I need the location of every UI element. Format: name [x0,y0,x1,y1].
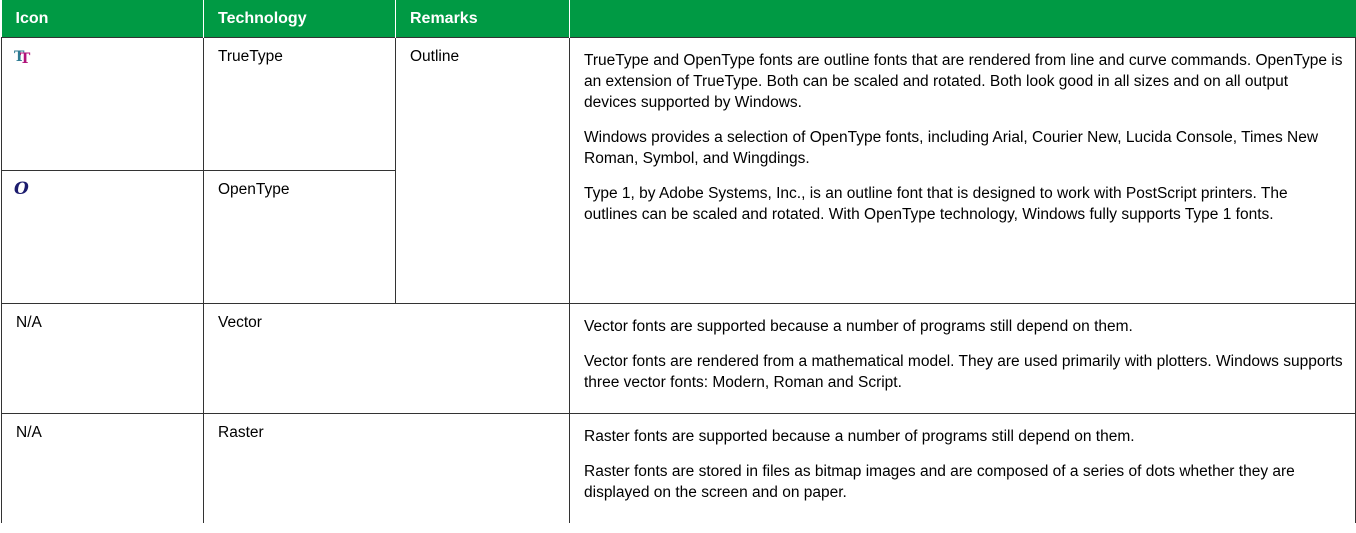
vector-tech: Vector [218,314,262,331]
table-row-raster: N/A Raster Raster fonts are supported be… [1,413,1356,523]
truetype-icon: TT [14,49,31,67]
vector-tech-cell: Vector [203,303,570,414]
vector-icon-na: N/A [16,314,42,331]
outline-description-p3: Type 1, by Adobe Systems, Inc., is an ou… [584,185,1288,223]
header-remarks: Remarks [395,0,570,38]
opentype-icon: O [14,179,29,199]
raster-description-p1: Raster fonts are supported because a num… [584,428,1135,445]
outline-remarks-cell: Outline [395,37,570,304]
raster-tech-cell: Raster [203,413,570,523]
truetype-tech-cell: TrueType [203,37,396,171]
outline-description-p1: TrueType and OpenType fonts are outline … [584,52,1343,111]
raster-icon-na: N/A [16,424,42,441]
header-description [569,0,1356,38]
opentype-tech-cell: OpenType [203,170,396,304]
table-row-truetype: TT TrueType Outline TrueType and OpenTyp… [1,37,1356,304]
header-icon: Icon [1,0,204,38]
table-header-row: Icon Technology Remarks [1,0,1356,38]
raster-tech: Raster [218,424,264,441]
font-technology-table: Icon Technology Remarks TT TrueType Outl… [1,0,1356,523]
vector-description-p1: Vector fonts are supported because a num… [584,318,1133,335]
vector-description-cell: Vector fonts are supported because a num… [569,303,1356,414]
truetype-tech: TrueType [218,48,283,65]
outline-description-cell: TrueType and OpenType fonts are outline … [569,37,1356,304]
raster-description-p2: Raster fonts are stored in files as bitm… [584,463,1295,501]
opentype-tech: OpenType [218,181,290,198]
table-row-vector: N/A Vector Vector fonts are supported be… [1,303,1356,414]
opentype-icon-cell: O [1,170,204,304]
vector-icon-cell: N/A [1,303,204,414]
raster-icon-cell: N/A [1,413,204,523]
outline-description-p2: Windows provides a selection of OpenType… [584,129,1319,167]
truetype-icon-cell: TT [1,37,204,171]
outline-remarks: Outline [410,48,460,65]
header-technology: Technology [203,0,396,38]
raster-description-cell: Raster fonts are supported because a num… [569,413,1356,523]
vector-description-p2: Vector fonts are rendered from a mathema… [584,353,1343,391]
